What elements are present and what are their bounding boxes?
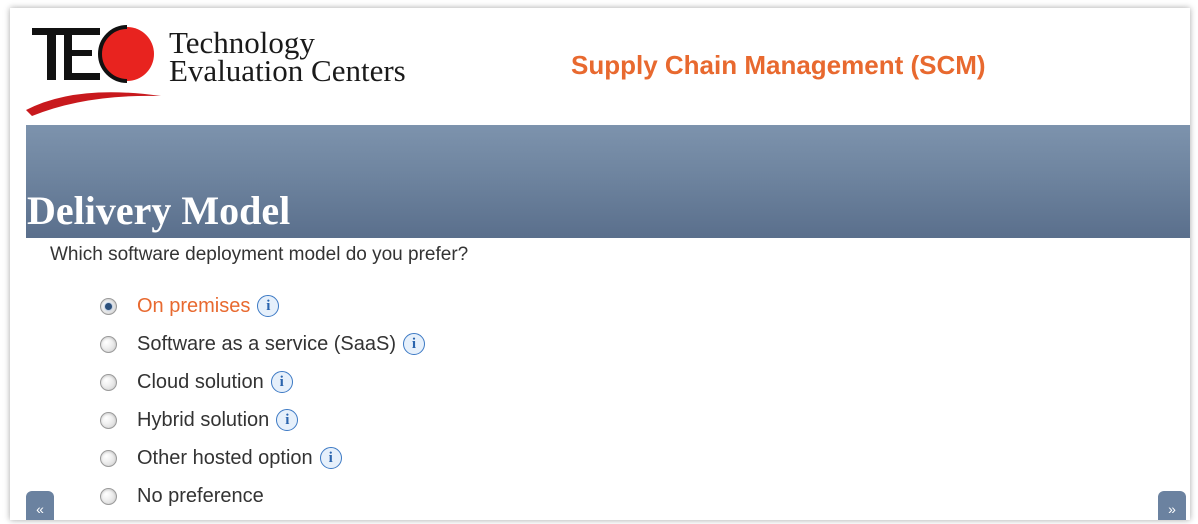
radio-saas[interactable] <box>100 335 117 353</box>
logo-text-evaluation-centers: Evaluation Centers <box>169 53 406 88</box>
radio-other-hosted[interactable] <box>100 449 117 467</box>
option-hybrid-solution[interactable]: Hybrid solution i <box>100 405 299 435</box>
option-label[interactable]: Software as a service (SaaS) <box>137 333 396 356</box>
info-icon[interactable]: i <box>403 333 425 355</box>
option-saas[interactable]: Software as a service (SaaS) i <box>100 329 425 359</box>
option-label[interactable]: No preference <box>137 485 264 508</box>
tec-logo: Technology Evaluation Centers <box>26 24 446 119</box>
previous-button[interactable]: « <box>26 491 54 520</box>
info-icon[interactable]: i <box>319 447 342 469</box>
radio-on-premises[interactable] <box>100 297 117 315</box>
module-title: Supply Chain Management (SCM) <box>571 50 986 80</box>
option-label[interactable]: On premises <box>137 295 250 318</box>
option-other-hosted[interactable]: Other hosted option i <box>100 443 342 473</box>
tec-logo-mark <box>26 25 161 116</box>
option-label[interactable]: Cloud solution <box>137 371 264 394</box>
option-cloud-solution[interactable]: Cloud solution i <box>100 367 293 397</box>
chevron-left-icon: « <box>36 501 44 517</box>
info-icon[interactable]: i <box>276 409 299 431</box>
option-label[interactable]: Hybrid solution <box>137 409 269 432</box>
page-title: Delivery Model <box>27 188 291 233</box>
question-text: Which software deployment model do you p… <box>50 244 469 265</box>
option-label[interactable]: Other hosted option <box>137 447 313 470</box>
radio-no-preference[interactable] <box>100 487 117 505</box>
info-icon[interactable]: i <box>270 371 293 393</box>
radio-cloud-solution[interactable] <box>100 373 117 391</box>
next-button[interactable]: » <box>1158 491 1186 520</box>
section-banner: Delivery Model <box>26 125 1190 238</box>
radio-hybrid-solution[interactable] <box>100 411 117 429</box>
option-no-preference[interactable]: No preference <box>100 481 264 511</box>
chevron-right-icon: » <box>1168 501 1176 517</box>
app-window: Technology Evaluation Centers Supply Cha… <box>10 8 1190 520</box>
info-icon[interactable]: i <box>257 295 280 317</box>
option-on-premises[interactable]: On premises i <box>100 291 280 321</box>
